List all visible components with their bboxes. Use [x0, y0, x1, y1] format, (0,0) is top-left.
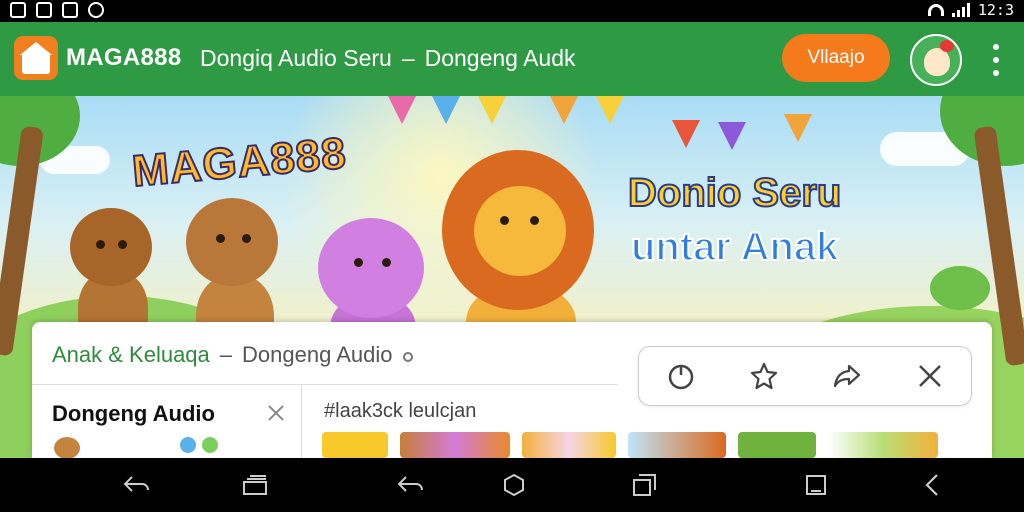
app-bar: MAGA888 Dongiq Audio Seru – Dongeng Audk V… — [0, 22, 1024, 96]
action-toolbar — [638, 346, 972, 406]
bunting-flag — [718, 122, 746, 150]
headline-line-1: Donio Seru — [627, 170, 842, 216]
home-icon[interactable] — [500, 472, 528, 498]
avatar-face-icon — [924, 48, 950, 76]
wifi-icon — [927, 4, 944, 16]
back-icon[interactable] — [122, 472, 150, 498]
story-thumbnail[interactable] — [522, 432, 616, 458]
list-item-thumbnail[interactable] — [202, 437, 218, 453]
home-logo-icon[interactable] — [14, 36, 58, 80]
pink-creature-icon — [318, 218, 424, 318]
story-thumbnail[interactable] — [400, 432, 510, 458]
sidebar-close-icon[interactable] — [266, 403, 286, 423]
bear-icon — [186, 198, 278, 286]
sidebar: Dongeng Audio — [32, 385, 302, 458]
bear-icon — [70, 208, 152, 286]
app-title-left: Dongiq Audio Seru — [200, 45, 392, 71]
bunting-flag — [784, 114, 812, 142]
breadcrumb-primary[interactable]: Anak & Keluaqa — [52, 342, 210, 367]
hashtag-label: #laak3ck leulcjan — [324, 400, 477, 422]
story-thumbnail[interactable] — [628, 432, 726, 458]
content-panel: Anak & Keluaqa – Dongeng Audio Dongeng Aud… — [32, 322, 992, 458]
bush — [930, 266, 990, 310]
clock: 12:3 — [977, 1, 1014, 19]
sim-icon — [10, 2, 26, 18]
star-icon[interactable] — [742, 354, 786, 398]
sidebar-title: Dongeng Audio — [52, 401, 215, 426]
cta-button[interactable]: Vllaajo — [782, 34, 890, 82]
status-icons-left — [10, 2, 104, 18]
bunting-flag — [550, 96, 578, 124]
avatar-bow-icon — [940, 40, 954, 52]
share-icon[interactable] — [825, 354, 869, 398]
breadcrumb: Anak & Keluaqa – Dongeng Audio — [52, 342, 413, 368]
sync-icon — [88, 2, 104, 18]
bunting-flag — [432, 96, 460, 124]
story-thumbnail[interactable] — [828, 432, 938, 458]
refresh-icon[interactable] — [659, 354, 703, 398]
status-bar: 12:3 — [0, 0, 1024, 22]
headline-line-2: untar Anak — [630, 224, 839, 270]
overview-icon[interactable] — [630, 472, 658, 498]
story-thumbnail[interactable] — [738, 432, 816, 458]
close-icon[interactable] — [908, 354, 952, 398]
lion-icon — [474, 186, 566, 276]
list-item-thumbnail[interactable] — [180, 437, 196, 453]
system-nav-bar — [0, 458, 1024, 512]
story-thumbnail[interactable] — [322, 432, 388, 458]
image-icon — [36, 2, 52, 18]
breadcrumb-separator: – — [219, 342, 233, 367]
back-chevron-icon[interactable] — [918, 472, 946, 498]
loading-icon — [402, 352, 413, 362]
bunting-flag — [672, 120, 700, 148]
more-options-icon[interactable] — [990, 44, 1002, 76]
app-title-right: Dongeng Audk — [424, 45, 576, 71]
bunting-flag — [596, 96, 624, 124]
banner-headline: Donio Seru untar Anak — [627, 166, 842, 274]
bunting-flag — [388, 96, 416, 124]
story-thumbnails — [322, 432, 938, 458]
back-alt-icon[interactable] — [396, 472, 424, 498]
recents-stack-icon[interactable] — [240, 472, 268, 498]
status-icons-right: 12:3 — [927, 1, 1014, 19]
app-title: Dongiq Audio Seru – Dongeng Audk — [200, 45, 576, 72]
shuffle-icon — [62, 2, 78, 18]
signal-icon — [951, 3, 970, 17]
bunting-flag — [478, 96, 506, 124]
app-brand: MAGA888 — [66, 44, 182, 71]
list-item-thumbnail[interactable] — [54, 437, 80, 458]
breadcrumb-secondary[interactable]: Dongeng Audio — [242, 342, 392, 367]
square-icon[interactable] — [802, 472, 830, 498]
app-title-separator: – — [401, 45, 415, 71]
avatar[interactable] — [910, 34, 962, 86]
